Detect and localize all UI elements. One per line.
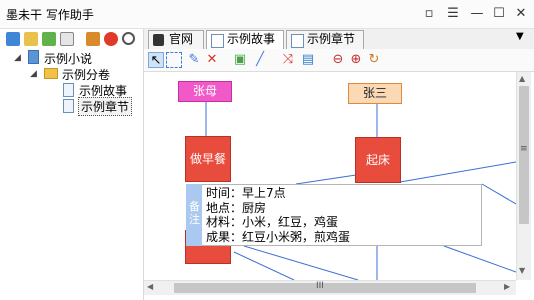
new-document-icon[interactable]	[6, 32, 20, 46]
note-line-place: 地点：厨房	[206, 200, 267, 215]
search-icon[interactable]	[122, 32, 135, 45]
character-node-zhangmu[interactable]: 张母	[178, 81, 232, 102]
note-line-result: 成果：红豆小米粥，煎鸡蛋	[206, 229, 351, 244]
menu-icon[interactable]: ☰	[444, 5, 462, 23]
connect-icon[interactable]: ⤨	[280, 52, 296, 68]
story-icon	[211, 34, 224, 48]
tree-item-volume[interactable]: 示例分卷	[62, 66, 110, 83]
vertical-scrollbar[interactable]: ▲ ≡ ▼	[516, 72, 531, 280]
story-icon	[63, 83, 74, 97]
add-node-icon[interactable]: ▣	[232, 52, 248, 68]
expand-toggle-icon[interactable]: ◢	[14, 53, 21, 63]
pointer-icon[interactable]: ↖	[148, 52, 164, 68]
scroll-grip-icon: ≡	[520, 144, 528, 154]
tab-website[interactable]: 官网	[148, 30, 204, 49]
refresh-icon[interactable]: ↻	[366, 52, 382, 68]
minimize-button[interactable]: —	[468, 5, 486, 23]
scroll-grip-icon: III	[316, 281, 324, 291]
expand-toggle-icon[interactable]: ◢	[30, 69, 37, 79]
maximize-button[interactable]: ☐	[490, 5, 508, 23]
scroll-down-icon[interactable]: ▼	[519, 266, 525, 275]
scroll-right-icon[interactable]: ▶	[504, 282, 510, 291]
app-title: 墨未干 写作助手	[6, 8, 94, 22]
tab-dropdown-icon[interactable]: ▼	[516, 31, 524, 42]
image-icon[interactable]	[60, 32, 74, 46]
note-side-label: 备注	[189, 200, 200, 226]
tree-item-chapter[interactable]: 示例章节	[78, 97, 133, 116]
edit-icon[interactable]: ✎	[186, 52, 202, 68]
book-icon	[28, 50, 39, 64]
project-tree-panel: ◢ 示例小说 ◢ 示例分卷 示例故事 示例章节	[0, 29, 144, 300]
note-line-materials: 材料：小米，红豆，鸡蛋	[206, 215, 339, 229]
note-side-tab: 备注	[186, 184, 202, 246]
scroll-left-icon[interactable]: ◀	[147, 282, 153, 291]
tree-item-novel[interactable]: 示例小说	[44, 50, 92, 67]
chapter-icon	[291, 34, 304, 48]
title-bar: 墨未干 写作助手 ▫ ☰ — ☐ ✕	[0, 0, 534, 29]
horizontal-scrollbar[interactable]: ◀ III ▶	[144, 280, 516, 295]
move-icon[interactable]	[86, 32, 100, 46]
tab-chapter[interactable]: 示例章节	[286, 30, 364, 49]
scroll-up-icon[interactable]: ▲	[519, 74, 525, 83]
close-button[interactable]: ✕	[512, 5, 530, 23]
note-line-time: 时间：早上7点	[206, 186, 286, 200]
restore-icon[interactable]: ▫	[420, 5, 438, 23]
event-node-breakfast[interactable]: 做早餐	[185, 136, 231, 182]
line-icon[interactable]: ╱	[252, 52, 268, 68]
diagram-toolbar: ↖ ✎ ✕ ▣ ╱ ⤨ ▤ ⊖ ⊕ ↻	[144, 49, 534, 72]
add-item-icon[interactable]	[42, 32, 56, 46]
delete-icon[interactable]	[104, 32, 118, 46]
tab-label: 官网	[169, 32, 194, 46]
tab-story[interactable]: 示例故事	[206, 30, 284, 50]
website-icon	[153, 34, 164, 46]
horizontal-scroll-thumb[interactable]	[174, 283, 476, 293]
tab-bar: 官网 示例故事 示例章节 ▼	[144, 29, 534, 50]
event-node-wakeup[interactable]: 起床	[355, 137, 401, 183]
tab-label: 示例故事	[227, 32, 276, 46]
new-folder-icon[interactable]	[24, 32, 38, 46]
chapter-icon	[63, 99, 74, 113]
story-canvas[interactable]: 张母 张三 做早餐 起床	[144, 72, 516, 280]
vertical-scroll-thumb[interactable]	[519, 86, 529, 224]
note-content: 时间：早上7点 地点：厨房 材料：小米，红豆，鸡蛋 成果：红豆小米粥，煎鸡蛋	[206, 186, 350, 244]
character-node-zhangsan[interactable]: 张三	[348, 83, 402, 104]
select-box-icon[interactable]	[166, 52, 182, 68]
delete-icon[interactable]: ✕	[204, 52, 220, 68]
tab-label: 示例章节	[307, 32, 356, 46]
folder-icon	[44, 68, 58, 79]
zoom-in-icon[interactable]: ⊕	[348, 52, 364, 68]
note-icon[interactable]: ▤	[300, 52, 316, 68]
zoom-out-icon[interactable]: ⊖	[330, 52, 346, 68]
